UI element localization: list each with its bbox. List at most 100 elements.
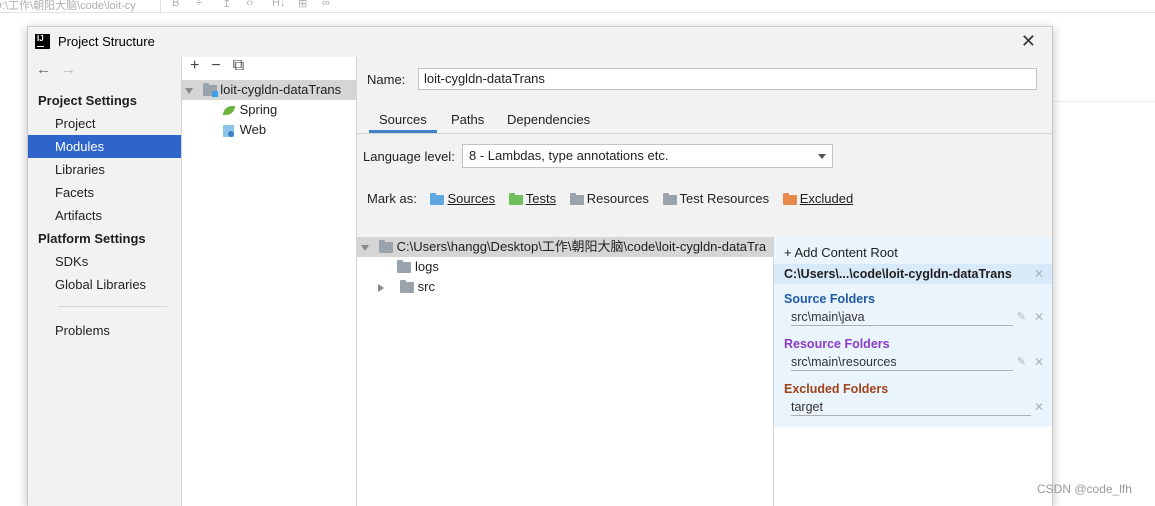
mark-tests-button[interactable]: Tests (508, 191, 557, 206)
content-root-path: C:\Users\hangg\Desktop\工作\朝阳大脑\code\loit… (396, 239, 767, 254)
mark-sources-label: Sources (447, 191, 496, 206)
module-tree-toolbar: + − ⧉ (190, 57, 256, 79)
app-icon-text: IJ (37, 34, 44, 43)
folder-icon (378, 240, 393, 254)
content-root-tree: C:\Users\hangg\Desktop\工作\朝阳大脑\code\loit… (357, 237, 777, 506)
expand-arrow-icon[interactable] (185, 87, 193, 94)
module-detail: Name: loit-cygldn-dataTrans Sources Path… (357, 57, 1052, 506)
resources-folder-icon (569, 192, 584, 205)
folder-icon (399, 280, 414, 294)
folder-label: logs (415, 259, 439, 274)
mark-resources-label: Resources (586, 191, 649, 206)
heading-icon: H↓ (272, 0, 286, 9)
watermark: CSDN @code_lfh (1037, 482, 1132, 496)
folder-row-src[interactable]: src (357, 277, 435, 297)
mark-as-label: Mark as: (367, 191, 417, 206)
facet-row-web[interactable]: Web (182, 120, 266, 140)
nav-item-project[interactable]: Project (28, 112, 181, 135)
expand-arrow-icon[interactable] (361, 244, 369, 251)
excluded-path-underline (791, 415, 1031, 416)
facet-label: Web (239, 122, 267, 137)
mark-excluded-button[interactable]: Excluded (782, 191, 853, 206)
remove-source-icon[interactable]: ✕ (1034, 310, 1044, 324)
plus-icon: + (784, 245, 795, 260)
excluded-folder-path: target (791, 400, 823, 414)
module-row[interactable]: loit-cygldn-dataTrans (182, 80, 359, 100)
upload-icon: ↥ (222, 0, 232, 10)
content-root-row[interactable]: C:\Users\hangg\Desktop\工作\朝阳大脑\code\loit… (357, 237, 777, 257)
name-field[interactable]: loit-cygldn-dataTrans (418, 68, 1037, 90)
excluded-folder-icon (782, 192, 797, 205)
background-toolbar: D:\工作\朝阳大脑\code\loit-cy B ÷ ↥ ‹› H↓ ⊞ ∞ (0, 0, 1155, 13)
web-icon (222, 124, 236, 137)
module-tabs: Sources Paths Dependencies (357, 109, 1052, 134)
remove-excluded-icon[interactable]: ✕ (1034, 400, 1044, 414)
module-folder-icon (202, 83, 218, 98)
facet-row-spring[interactable]: Spring (182, 100, 277, 120)
remove-resource-icon[interactable]: ✕ (1034, 355, 1044, 369)
background-divider (0, 0, 161, 12)
resource-folder-path: src\main\resources (791, 355, 897, 369)
mark-tests-label: Tests (525, 191, 557, 206)
tab-dependencies[interactable]: Dependencies (507, 109, 590, 133)
add-content-root-label: Add Content Root (794, 245, 898, 260)
nav-item-problems[interactable]: Problems (28, 319, 181, 342)
forward-arrow-icon[interactable]: → (61, 61, 76, 78)
table-icon: ⊞ (298, 0, 308, 10)
nav-item-libraries[interactable]: Libraries (28, 158, 181, 181)
platform-settings-heading: Platform Settings (38, 231, 146, 246)
background-rule (1051, 101, 1155, 102)
settings-nav: Project Settings Project Modules Librari… (28, 89, 181, 342)
folder-label: src (417, 279, 435, 294)
bold-icon: B (172, 0, 180, 9)
intellij-logo-icon: IJ (35, 34, 50, 49)
remove-root-icon[interactable]: ✕ (1034, 264, 1044, 284)
content-root-name: C:\Users\...\code\loit-cygldn-dataTrans (784, 267, 1012, 281)
mark-resources-button[interactable]: Resources (569, 191, 649, 206)
collapse-arrow-icon[interactable] (378, 283, 384, 292)
tests-folder-icon (508, 192, 523, 205)
mark-sources-button[interactable]: Sources (430, 191, 495, 206)
nav-item-modules[interactable]: Modules (28, 135, 181, 158)
dialog-title: Project Structure (58, 34, 155, 49)
name-label: Name: (367, 72, 406, 87)
spring-icon (222, 105, 236, 117)
nav-divider (58, 306, 167, 307)
project-settings-heading: Project Settings (38, 93, 137, 108)
project-structure-dialog: IJ Project Structure ✕ ← → Project Settin… (27, 26, 1053, 506)
add-content-root-button[interactable]: + Add Content Root (784, 245, 898, 260)
edit-source-icon[interactable]: ✎ (1017, 310, 1026, 323)
add-icon[interactable]: + (190, 57, 199, 74)
strike-icon: ÷ (196, 0, 203, 9)
edit-resource-icon[interactable]: ✎ (1017, 355, 1026, 368)
copy-icon[interactable]: ⧉ (233, 57, 244, 74)
close-icon[interactable]: ✕ (1021, 31, 1036, 52)
nav-item-sdks[interactable]: SDKs (28, 250, 181, 273)
module-name: loit-cygldn-dataTrans (220, 82, 342, 97)
source-folders-heading: Source Folders (784, 292, 875, 306)
language-level-label: Language level: (363, 149, 455, 164)
mark-test-resources-button[interactable]: Test Resources (662, 191, 770, 206)
remove-icon[interactable]: − (211, 57, 220, 74)
back-arrow-icon[interactable]: ← (36, 61, 51, 78)
nav-arrows: ← → (36, 61, 76, 78)
language-level-select[interactable]: 8 - Lambdas, type annotations etc. (462, 144, 833, 168)
nav-item-facets[interactable]: Facets (28, 181, 181, 204)
code-icon: ‹› (246, 0, 254, 9)
folder-row-logs[interactable]: logs (357, 257, 439, 277)
nav-item-artifacts[interactable]: Artifacts (28, 204, 181, 227)
mark-test-resources-label: Test Resources (679, 191, 770, 206)
language-level-value: 8 - Lambdas, type annotations etc. (469, 148, 669, 163)
resource-path-underline (791, 370, 1013, 371)
content-root-panel: + Add Content Root C:\Users\...\code\loi… (773, 237, 1052, 506)
sources-folder-icon (430, 192, 445, 205)
tab-paths[interactable]: Paths (451, 109, 484, 133)
link-icon: ∞ (322, 0, 330, 9)
resource-folders-heading: Resource Folders (784, 337, 890, 351)
tab-sources[interactable]: Sources (369, 109, 437, 133)
dialog-titlebar[interactable]: IJ Project Structure ✕ (28, 27, 1052, 57)
source-folder-path: src\main\java (791, 310, 865, 324)
content-root-header: C:\Users\...\code\loit-cygldn-dataTrans … (774, 264, 1052, 284)
mark-as-bar: Mark as: Sources Tests Resources Test Re… (367, 191, 853, 206)
nav-item-global-libraries[interactable]: Global Libraries (28, 273, 181, 296)
